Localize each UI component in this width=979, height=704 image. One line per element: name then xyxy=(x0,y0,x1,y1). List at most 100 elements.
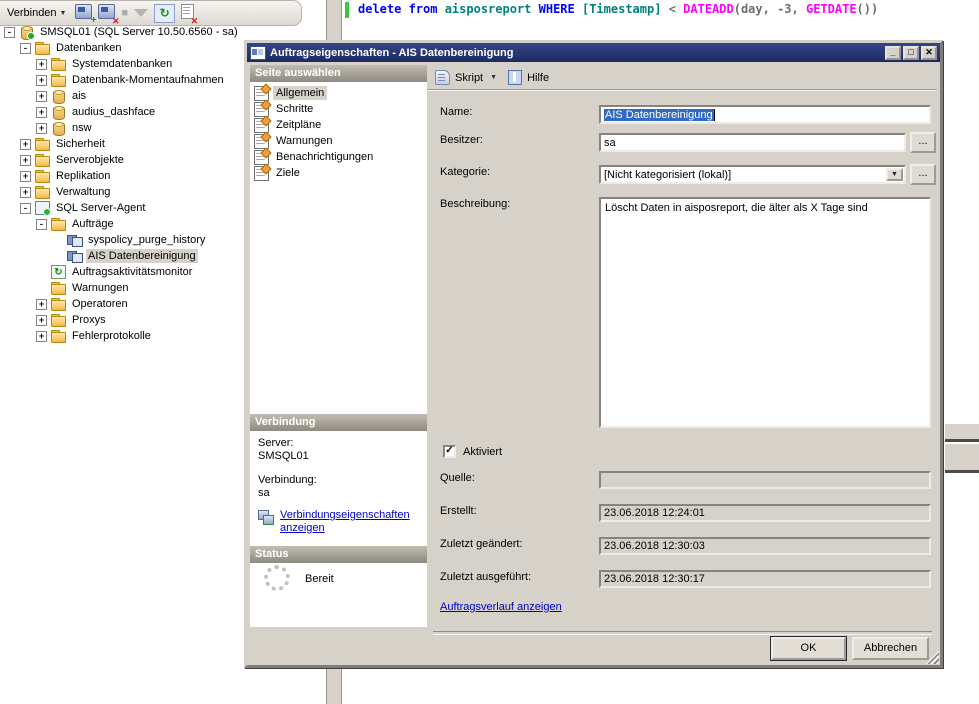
page-item-ziele[interactable]: Ziele xyxy=(250,165,427,181)
source-label: Quelle: xyxy=(440,472,475,484)
select-page-header: Seite auswählen xyxy=(250,65,427,82)
help-button[interactable]: Hilfe xyxy=(527,72,549,84)
chevron-down-icon: ▼ xyxy=(60,10,67,17)
expand-icon[interactable]: + xyxy=(36,91,47,102)
dialog-toolbar: Skript ▼ Hilfe xyxy=(427,65,937,91)
expand-icon[interactable]: + xyxy=(20,139,31,150)
owner-browse-button[interactable]: ... xyxy=(910,132,936,153)
page-icon xyxy=(254,118,269,133)
chevron-down-icon[interactable]: ▼ xyxy=(490,74,497,81)
collapse-icon[interactable]: - xyxy=(20,203,31,214)
job-icon xyxy=(67,249,82,263)
database-icon xyxy=(51,121,66,135)
expand-icon[interactable]: + xyxy=(20,155,31,166)
expand-icon[interactable]: + xyxy=(36,59,47,70)
collapse-icon[interactable]: - xyxy=(36,219,47,230)
server-label: Server: xyxy=(258,437,293,449)
script-delete-button[interactable]: ✕ xyxy=(181,4,194,22)
collapse-icon[interactable]: - xyxy=(4,27,15,38)
expand-icon[interactable]: + xyxy=(36,107,47,118)
page-icon xyxy=(254,150,269,165)
background-panel-edge xyxy=(945,444,979,473)
database-icon xyxy=(51,105,66,119)
category-browse-button[interactable]: ... xyxy=(910,164,936,185)
ssms-window: Verbinden ▼ + ✕ ■ ↻ ✕ - SMSQL0 xyxy=(0,0,979,704)
script-icon xyxy=(435,70,450,85)
expand-icon[interactable]: + xyxy=(20,187,31,198)
folder-icon xyxy=(35,153,50,167)
page-icon xyxy=(254,102,269,117)
expand-icon[interactable]: + xyxy=(36,315,47,326)
category-label: Kategorie: xyxy=(440,166,490,178)
page-icon xyxy=(254,86,269,101)
owner-input[interactable]: sa xyxy=(599,133,906,152)
job-properties-dialog: Auftragseigenschaften - AIS Datenbereini… xyxy=(244,40,943,668)
text-cursor xyxy=(714,109,715,121)
filter-icon[interactable] xyxy=(134,9,148,17)
object-explorer-toolbar: Verbinden ▼ + ✕ ■ ↻ ✕ xyxy=(0,0,302,26)
sql-token: delete from xyxy=(358,2,445,16)
sql-statement: delete from aisposreport WHERE [Timestam… xyxy=(358,2,878,16)
name-input[interactable]: AIS Datenbereinigung xyxy=(599,105,931,124)
agent-icon xyxy=(35,201,50,215)
running-badge-icon xyxy=(27,32,35,40)
expand-icon[interactable]: + xyxy=(36,75,47,86)
category-select[interactable]: [Nicht kategorisiert (lokal)] ▼ xyxy=(599,165,906,184)
stop-button[interactable]: ■ xyxy=(121,7,128,19)
sql-token: WHERE xyxy=(539,2,582,16)
refresh-button[interactable]: ↻ xyxy=(154,4,175,23)
button-separator xyxy=(433,631,932,635)
description-textarea[interactable]: Löscht Daten in aisposreport, die älter … xyxy=(599,197,931,428)
page-item-zeitplaene[interactable]: Zeitpläne xyxy=(250,117,427,133)
page-icon xyxy=(254,134,269,149)
script-button[interactable]: Skript xyxy=(455,72,483,84)
connection-label: Verbindung: xyxy=(258,474,317,486)
expand-icon[interactable]: + xyxy=(36,123,47,134)
connection-properties-link[interactable]: Verbindungseigenschaften anzeigen xyxy=(280,509,420,535)
page-item-benachrichtigungen[interactable]: Benachrichtigungen xyxy=(250,149,427,165)
tree-item-server[interactable]: - SMSQL01 (SQL Server 10.50.6560 - sa) xyxy=(4,24,326,40)
maximize-button[interactable]: □ xyxy=(903,46,919,60)
cancel-button[interactable]: Abbrechen xyxy=(852,637,929,660)
connection-properties-icon xyxy=(258,510,274,524)
connection-header: Verbindung xyxy=(250,414,427,431)
dialog-titlebar[interactable]: Auftragseigenschaften - AIS Datenbereini… xyxy=(247,43,940,62)
last-run-field: 23.06.2018 12:30:17 xyxy=(599,570,931,588)
folder-icon xyxy=(35,41,50,55)
disconnect-server-button[interactable]: ✕ xyxy=(98,4,115,22)
modified-label: Zuletzt geändert: xyxy=(440,538,523,550)
folder-icon xyxy=(51,73,66,87)
expander-spacer xyxy=(52,235,63,246)
dialog-title: Auftragseigenschaften - AIS Datenbereini… xyxy=(270,47,885,59)
name-label: Name: xyxy=(440,106,472,118)
background-panel-edge xyxy=(945,424,979,442)
last-run-label: Zuletzt ausgeführt: xyxy=(440,571,531,583)
ok-button[interactable]: OK xyxy=(771,637,846,660)
collapse-icon[interactable]: - xyxy=(20,43,31,54)
page-item-allgemein[interactable]: Allgemein xyxy=(250,85,427,101)
status-header: Status xyxy=(250,546,427,563)
expander-spacer xyxy=(52,251,63,262)
connection-value: sa xyxy=(258,487,270,499)
change-tracking-bar xyxy=(345,2,349,18)
page-item-schritte[interactable]: Schritte xyxy=(250,101,427,117)
help-icon xyxy=(508,70,522,85)
created-label: Erstellt: xyxy=(440,505,477,517)
minimize-button[interactable]: _ xyxy=(885,46,901,60)
description-label: Beschreibung: xyxy=(440,198,510,210)
sql-token: ()) xyxy=(857,2,879,16)
close-button[interactable]: ✕ xyxy=(921,46,937,60)
job-history-link[interactable]: Auftragsverlauf anzeigen xyxy=(440,601,562,613)
job-icon xyxy=(250,46,266,60)
chevron-down-icon[interactable]: ▼ xyxy=(886,168,903,181)
expand-icon[interactable]: + xyxy=(36,331,47,342)
folder-icon xyxy=(51,57,66,71)
connect-server-button[interactable]: + xyxy=(75,4,92,22)
enabled-label: Aktiviert xyxy=(463,446,502,458)
page-item-warnungen[interactable]: Warnungen xyxy=(250,133,427,149)
expand-icon[interactable]: + xyxy=(36,299,47,310)
expand-icon[interactable]: + xyxy=(20,171,31,182)
enabled-checkbox[interactable]: ✓ xyxy=(443,445,456,458)
connect-button[interactable]: Verbinden ▼ xyxy=(4,5,69,21)
folder-icon xyxy=(51,297,66,311)
